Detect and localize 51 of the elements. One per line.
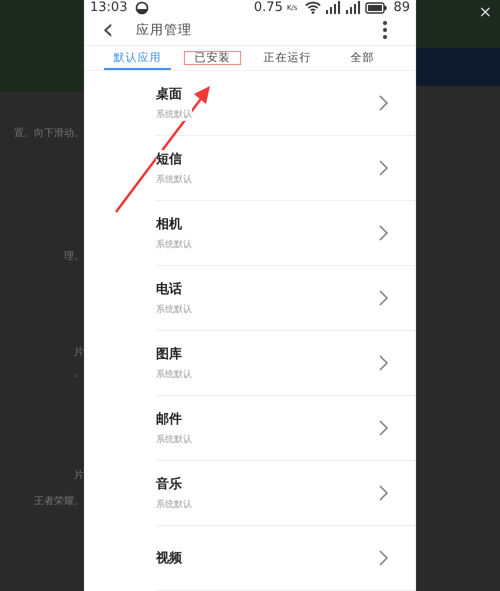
app-row[interactable]: 短信 系统默认 — [156, 136, 416, 201]
app-row[interactable]: 邮件 系统默认 — [156, 396, 416, 461]
status-time: 13:03 — [90, 0, 128, 16]
app-subtitle: 系统默认 — [156, 238, 192, 251]
background-text: 置。向下滑动。 — [14, 126, 84, 140]
app-name: 相机 — [156, 215, 182, 233]
background-text: 片 — [74, 468, 84, 482]
app-name: 音乐 — [156, 475, 182, 493]
app-subtitle: 系统默认 — [156, 303, 192, 316]
signal-icon — [325, 1, 342, 14]
notification-icon — [135, 0, 150, 15]
network-speed: 0.75 — [254, 0, 283, 16]
background-text: 。 — [74, 367, 84, 380]
app-row[interactable]: 相机 系统默认 — [156, 201, 416, 266]
chevron-icon — [379, 485, 388, 501]
app-subtitle: 系统默认 — [156, 173, 192, 186]
tab[interactable]: 全部 — [329, 46, 396, 70]
more-icon[interactable] — [382, 20, 388, 40]
app-name: 短信 — [156, 150, 182, 168]
chevron-icon — [379, 420, 388, 436]
tab[interactable]: 正在运行 — [254, 46, 321, 70]
app-subtitle: 系统默认 — [156, 433, 192, 446]
tab[interactable]: 已安装 — [179, 46, 246, 70]
background-text: 片 — [74, 346, 84, 359]
page-title: 应用管理 — [136, 22, 192, 40]
chevron-icon — [379, 160, 388, 176]
close-button[interactable]: × — [478, 4, 492, 20]
battery-icon — [365, 2, 388, 14]
app-name: 电话 — [156, 280, 182, 298]
app-subtitle: 系统默认 — [156, 108, 192, 121]
app-name: 邮件 — [156, 410, 182, 428]
app-row[interactable]: 图库 系统默认 — [156, 331, 416, 396]
background-text: 王者荣耀。 — [34, 494, 84, 508]
chevron-icon — [379, 290, 388, 306]
chevron-icon — [379, 550, 388, 566]
wifi-icon — [305, 1, 322, 14]
chevron-icon — [379, 355, 388, 371]
chevron-icon — [379, 95, 388, 111]
app-name: 图库 — [156, 345, 182, 363]
app-subtitle: 系统默认 — [156, 498, 192, 511]
battery-level: 89 — [393, 0, 410, 16]
back-button[interactable]: ‹ — [102, 15, 114, 46]
app-row[interactable]: 视频 — [156, 526, 416, 591]
app-subtitle: 系统默认 — [156, 368, 192, 381]
signal-icon — [345, 1, 362, 14]
chevron-icon — [379, 225, 388, 241]
app-row[interactable]: 音乐 系统默认 — [156, 461, 416, 526]
app-name: 桌面 — [156, 85, 182, 103]
app-row[interactable]: 电话 系统默认 — [156, 266, 416, 331]
background-text: 理。 — [64, 250, 84, 263]
app-name: 视频 — [156, 549, 182, 567]
